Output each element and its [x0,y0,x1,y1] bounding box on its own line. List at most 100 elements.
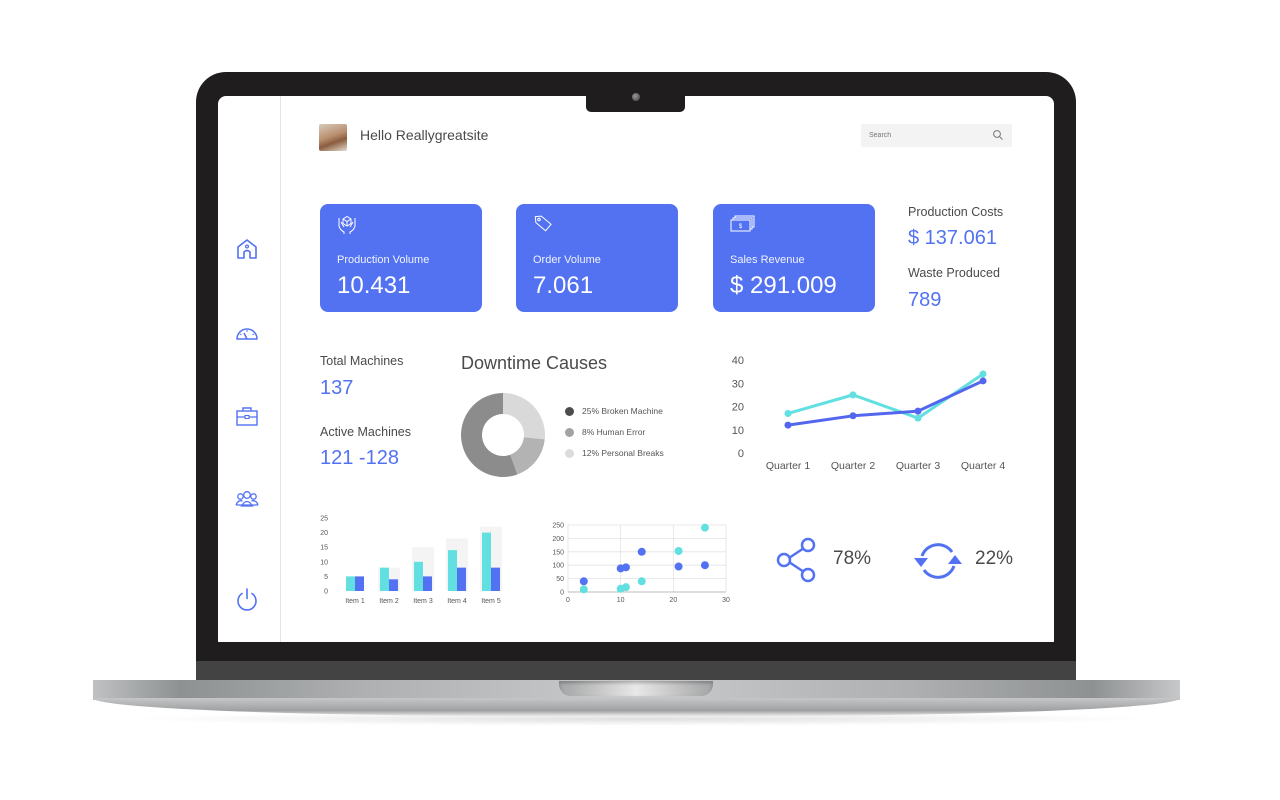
refresh-icon[interactable] [908,536,968,586]
y-tick-label: 200 [552,536,564,543]
bar [389,579,398,591]
legend-item: 25% Broken Machine [565,406,663,416]
bar [482,532,491,591]
y-tick-label: 20 [320,530,328,537]
scatter-point [621,563,630,572]
bar [414,561,423,591]
refresh-percentage: 22% [975,548,1014,569]
y-tick-label: 100 [552,563,564,570]
greeting-text: Hello Reallygreatsite [360,127,489,143]
laptop-opening-groove [559,681,713,696]
x-tick-label: 10 [617,597,625,604]
bar [457,567,466,591]
y-tick-label: 15 [320,545,328,552]
waste-produced-label: Waste Produced [908,266,1000,280]
speedometer-icon [236,328,258,340]
x-tick-label: Item 4 [447,598,467,605]
card-production-volume[interactable]: Production Volume 10.431 [320,204,482,312]
line-point [914,407,922,415]
y-tick-label: 40 [732,355,744,367]
x-tick-label: Quarter 1 [766,460,811,472]
sidebar-item-power[interactable] [234,586,260,612]
x-tick-label: Item 1 [345,598,365,605]
y-tick-label: 20 [732,402,744,414]
active-machines-label: Active Machines [320,425,412,439]
line-point [979,370,987,378]
bar [355,576,364,591]
downtime-donut-chart [460,393,545,477]
scatter-chart: 0 50 100 150 200 250 0 10 20 30 [552,523,730,605]
waste-produced-value: 789 [908,289,942,311]
bar [346,576,355,591]
card-value: 7.061 [533,272,594,299]
scatter-point [579,577,588,586]
donut-slice [510,437,545,475]
line-point [849,391,857,399]
x-tick-label: Quarter 3 [896,460,941,472]
sidebar-item-home[interactable] [234,236,260,262]
y-tick-label: 50 [556,576,564,583]
line-series [787,379,984,427]
y-tick-label: 0 [560,590,564,597]
scatter-point [700,561,709,570]
search-icon[interactable] [992,129,1004,141]
scatter-point [674,562,683,571]
users-icon [235,491,259,507]
legend-label: 12% Personal Breaks [582,448,664,458]
y-tick-label: 250 [552,523,564,530]
x-tick-label: Item 3 [413,598,433,605]
tag-icon [534,215,552,232]
home-icon [237,239,257,259]
production-costs-value: $ 137.061 [908,227,997,249]
legend-item: 12% Personal Breaks [565,448,664,458]
bar [448,550,457,591]
share-icon[interactable] [774,536,818,584]
line-point [784,421,792,429]
card-value: 10.431 [337,272,411,299]
y-tick-label: 30 [732,378,744,390]
x-tick-label: 20 [669,597,677,604]
production-costs-label: Production Costs [908,205,1004,219]
scatter-point [621,583,630,592]
card-order-volume[interactable]: Order Volume 7.061 [516,204,678,312]
quarterly-line-chart: 0 10 20 30 40 Quarter 1 Quarter 2 Quarter 3 Quar… [732,355,1006,472]
cash-icon: $ [730,215,755,232]
x-tick-label: Item 2 [379,598,399,605]
y-tick-label: 25 [320,516,328,523]
x-tick-label: Item 5 [481,598,501,605]
scatter-point [637,577,646,586]
y-tick-label: 5 [324,574,328,581]
dashboard-screen: Hello Reallygreatsite Production Volume … [218,96,1054,642]
y-tick-label: 10 [320,559,328,566]
total-machines-label: Total Machines [320,354,404,368]
downtime-title: Downtime Causes [461,353,608,373]
y-tick-label: 150 [552,549,564,556]
bar [380,567,389,591]
legend-swatch [565,448,574,458]
x-tick-label: Quarter 2 [831,460,876,472]
sidebar-item-dashboard[interactable] [234,320,260,346]
bar [423,576,432,591]
laptop-bezel-chin [196,661,1076,681]
card-value: $ 291.009 [730,272,837,299]
y-tick-label: 0 [324,589,328,596]
y-tick-label: 0 [738,448,744,460]
card-label: Production Volume [337,254,430,266]
donut-slice [503,393,545,440]
share-percentage: 78% [833,548,872,569]
svg-text:$: $ [739,224,743,230]
search-input[interactable] [861,124,1012,147]
items-bar-chart: 0 5 10 15 20 25 Item 1 Item 2 Item 3 Item 4 Item 5 [320,516,502,605]
sidebar [218,96,281,642]
scatter-point [579,585,588,594]
avatar[interactable] [319,124,347,151]
power-icon [237,588,257,611]
card-sales-revenue[interactable]: $ Sales Revenue $ 291.009 [713,204,875,312]
legend-label: 8% Human Error [582,427,646,437]
sidebar-item-team[interactable] [234,486,260,512]
sidebar-item-briefcase[interactable] [234,403,260,429]
line-point [979,377,987,385]
scatter-point [674,546,683,555]
active-machines-value: 121 -128 [320,447,399,469]
camera-icon [632,93,640,101]
